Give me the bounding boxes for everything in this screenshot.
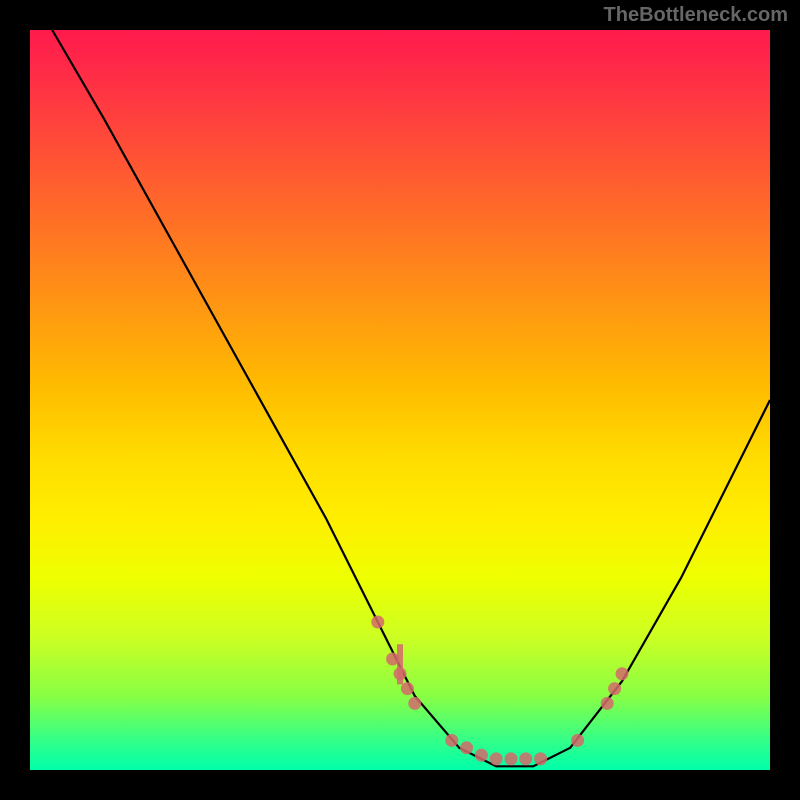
data-point [519,752,532,765]
plot-area [30,30,770,770]
data-point [386,653,399,666]
data-point [408,697,421,710]
data-point [460,741,473,754]
watermark-text: TheBottleneck.com [604,4,788,27]
data-point [534,752,547,765]
data-point [608,682,621,695]
data-point [371,616,384,629]
data-point [571,734,584,747]
data-point [475,749,488,762]
data-point [616,667,629,680]
data-point [445,734,458,747]
data-point [490,752,503,765]
data-point [601,697,614,710]
bottleneck-curve [52,30,770,766]
data-point [505,752,518,765]
data-point [394,667,407,680]
chart-svg [30,30,770,770]
data-points-group [371,616,628,766]
data-point [401,682,414,695]
